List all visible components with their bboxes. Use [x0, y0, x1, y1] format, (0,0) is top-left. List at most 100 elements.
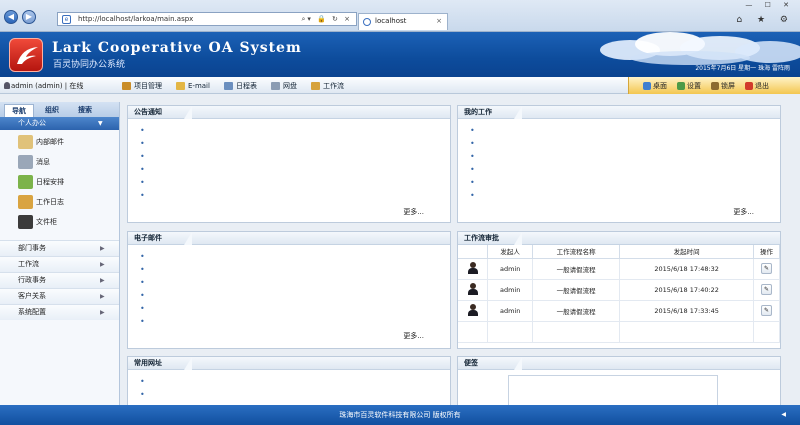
list-item[interactable]: • — [140, 176, 450, 189]
sidebar-group[interactable]: 客户关系 ▶ — [0, 288, 119, 304]
logout-button[interactable]: 退出 — [745, 81, 769, 91]
table-row[interactable]: admin 一般请假流程 2015/6/18 17:33:45 ✎ — [458, 300, 780, 322]
more-link[interactable]: 更多... — [403, 331, 424, 341]
panel-title: 常用网址 — [134, 359, 162, 367]
edit-pencil-icon[interactable]: ✎ — [761, 284, 773, 295]
edit-pencil-icon[interactable]: ✎ — [761, 305, 773, 316]
tab-close-icon[interactable]: × — [436, 14, 442, 29]
edit-pencil-icon[interactable]: ✎ — [761, 263, 773, 274]
lock-screen-button[interactable]: 锁屏 — [711, 81, 735, 91]
empty-cell — [487, 321, 534, 343]
panel-notes: 便签 — [457, 356, 781, 408]
action-cell: ✎ — [753, 258, 780, 280]
sub-item-label: 内部邮件 — [36, 138, 64, 146]
empty-cell — [753, 321, 780, 343]
address-bar[interactable]: e http://localhost/larkoa/main.aspx ⌕▾ 🔒… — [57, 12, 357, 26]
browser-home-favorites-settings-icons[interactable]: ⌂ ★ ⚙ — [736, 15, 794, 25]
empty-cell — [532, 321, 621, 343]
list-item[interactable]: • — [140, 375, 450, 388]
notice-list: • • • • • • — [128, 119, 450, 202]
sidebar-group[interactable]: 行政事务 ▶ — [0, 272, 119, 288]
sidebar-tab[interactable]: 搜索 — [70, 104, 100, 117]
top-toolbar: admin (admin) | 在线 项目管理 E-mail 日程表 网盘 工作流 桌面… — [0, 77, 800, 94]
list-item[interactable]: • — [140, 163, 450, 176]
sidebar-sub-item[interactable]: 消息 — [0, 152, 119, 172]
notes-textarea[interactable] — [508, 375, 718, 407]
initiator-cell: admin — [487, 279, 534, 301]
sidebar-tabs: 导航 组织 搜索 — [0, 102, 119, 117]
sidebar-sub-item[interactable]: 文件柜 — [0, 212, 119, 232]
empty-cell — [619, 321, 755, 343]
list-item[interactable]: • — [470, 137, 780, 150]
table-row[interactable]: admin 一般请假流程 2015/6/18 17:48:32 ✎ — [458, 258, 780, 280]
column-header: 操作 — [753, 245, 780, 259]
start-time-cell: 2015/6/18 17:40:22 — [619, 279, 755, 301]
list-item[interactable]: • — [140, 263, 450, 276]
list-item[interactable]: • — [470, 176, 780, 189]
more-link[interactable]: 更多... — [403, 207, 424, 217]
panel-notice-header: 公告通知 — [128, 106, 450, 119]
list-item[interactable]: • — [140, 124, 450, 137]
list-item[interactable]: • — [140, 315, 450, 328]
list-item[interactable]: • — [140, 276, 450, 289]
panel-title: 电子邮件 — [134, 234, 162, 242]
list-item[interactable]: • — [470, 189, 780, 202]
empty-cell — [458, 321, 489, 343]
address-tools-icons[interactable]: ⌕▾ 🔒 ↻ × — [301, 13, 352, 25]
footer-copyright: 珠海市百灵软件科技有限公司 版权所有 — [339, 411, 461, 419]
forward-arrow-icon[interactable]: ▶ — [22, 10, 36, 24]
desktop-button[interactable]: 桌面 — [643, 81, 667, 91]
sidebar-tab[interactable]: 导航 — [4, 104, 34, 117]
sub-item-label: 文件柜 — [36, 218, 57, 226]
user-info: admin (admin) | 在线 — [4, 81, 83, 91]
browser-tab[interactable]: localhost × — [358, 13, 448, 30]
sidebar-group[interactable]: 工作流 ▶ — [0, 256, 119, 272]
top-menu-item[interactable]: 工作流 — [310, 81, 344, 91]
list-item[interactable]: • — [470, 150, 780, 163]
user-avatar-icon — [467, 303, 478, 316]
list-item[interactable]: • — [140, 150, 450, 163]
panel-my-work-header: 我的工作 — [458, 106, 780, 119]
chevron-right-icon: ▶ — [100, 309, 105, 316]
settings-button[interactable]: 设置 — [677, 81, 701, 91]
list-item[interactable]: • — [470, 163, 780, 176]
column-header — [458, 245, 489, 259]
user-avatar-icon — [467, 261, 478, 274]
list-item[interactable]: • — [140, 137, 450, 150]
chevron-right-icon: ▶ — [100, 277, 105, 284]
top-menu-item[interactable]: 日程表 — [223, 81, 257, 91]
menu-item-label: 项目管理 — [134, 82, 162, 90]
top-menu-item[interactable]: 项目管理 — [122, 81, 162, 91]
email-list: • • • • • • — [128, 245, 450, 328]
sidebar-group[interactable]: 系统配置 ▶ — [0, 304, 119, 320]
window-controls[interactable]: — ☐ ✕ — [745, 1, 794, 9]
browser-chrome: ◀ ▶ e http://localhost/larkoa/main.aspx … — [0, 0, 800, 32]
sidebar-sub-item[interactable]: 内部邮件 — [0, 132, 119, 152]
list-item[interactable]: • — [140, 289, 450, 302]
table-row[interactable]: admin 一般请假流程 2015/6/18 17:40:22 ✎ — [458, 279, 780, 301]
sidebar-tab[interactable]: 组织 — [37, 104, 67, 117]
quick-icon — [643, 81, 651, 90]
flow-name-cell: 一般请假流程 — [532, 300, 621, 322]
list-item[interactable]: • — [140, 302, 450, 315]
sidebar-group[interactable]: 部门事务 ▶ — [0, 240, 119, 256]
sub-item-icon — [18, 215, 33, 229]
start-time-cell: 2015/6/18 17:48:32 — [619, 258, 755, 280]
top-menu-item[interactable]: E-mail — [176, 81, 210, 91]
list-item[interactable]: • — [140, 189, 450, 202]
sidebar-sub-item[interactable]: 日程安排 — [0, 172, 119, 192]
panel-title: 便签 — [464, 359, 478, 367]
app-subtitle: 百灵协同办公系统 — [53, 60, 126, 70]
more-link[interactable]: 更多... — [733, 207, 754, 217]
address-text: http://localhost/larkoa/main.aspx — [78, 15, 194, 23]
list-item[interactable]: • — [470, 124, 780, 137]
list-item[interactable]: • — [140, 388, 450, 401]
collapse-arrow-icon[interactable]: ◀ — [781, 405, 786, 425]
sidebar-sub-item[interactable]: 工作日志 — [0, 192, 119, 212]
sidebar-group-personal-office[interactable]: 个人办公 ▼ — [0, 117, 119, 130]
user-icon — [4, 82, 10, 89]
list-item[interactable]: • — [140, 250, 450, 263]
top-menu-item[interactable]: 网盘 — [270, 81, 297, 91]
back-arrow-icon[interactable]: ◀ — [4, 10, 18, 24]
chevron-down-icon: ▼ — [98, 120, 103, 127]
